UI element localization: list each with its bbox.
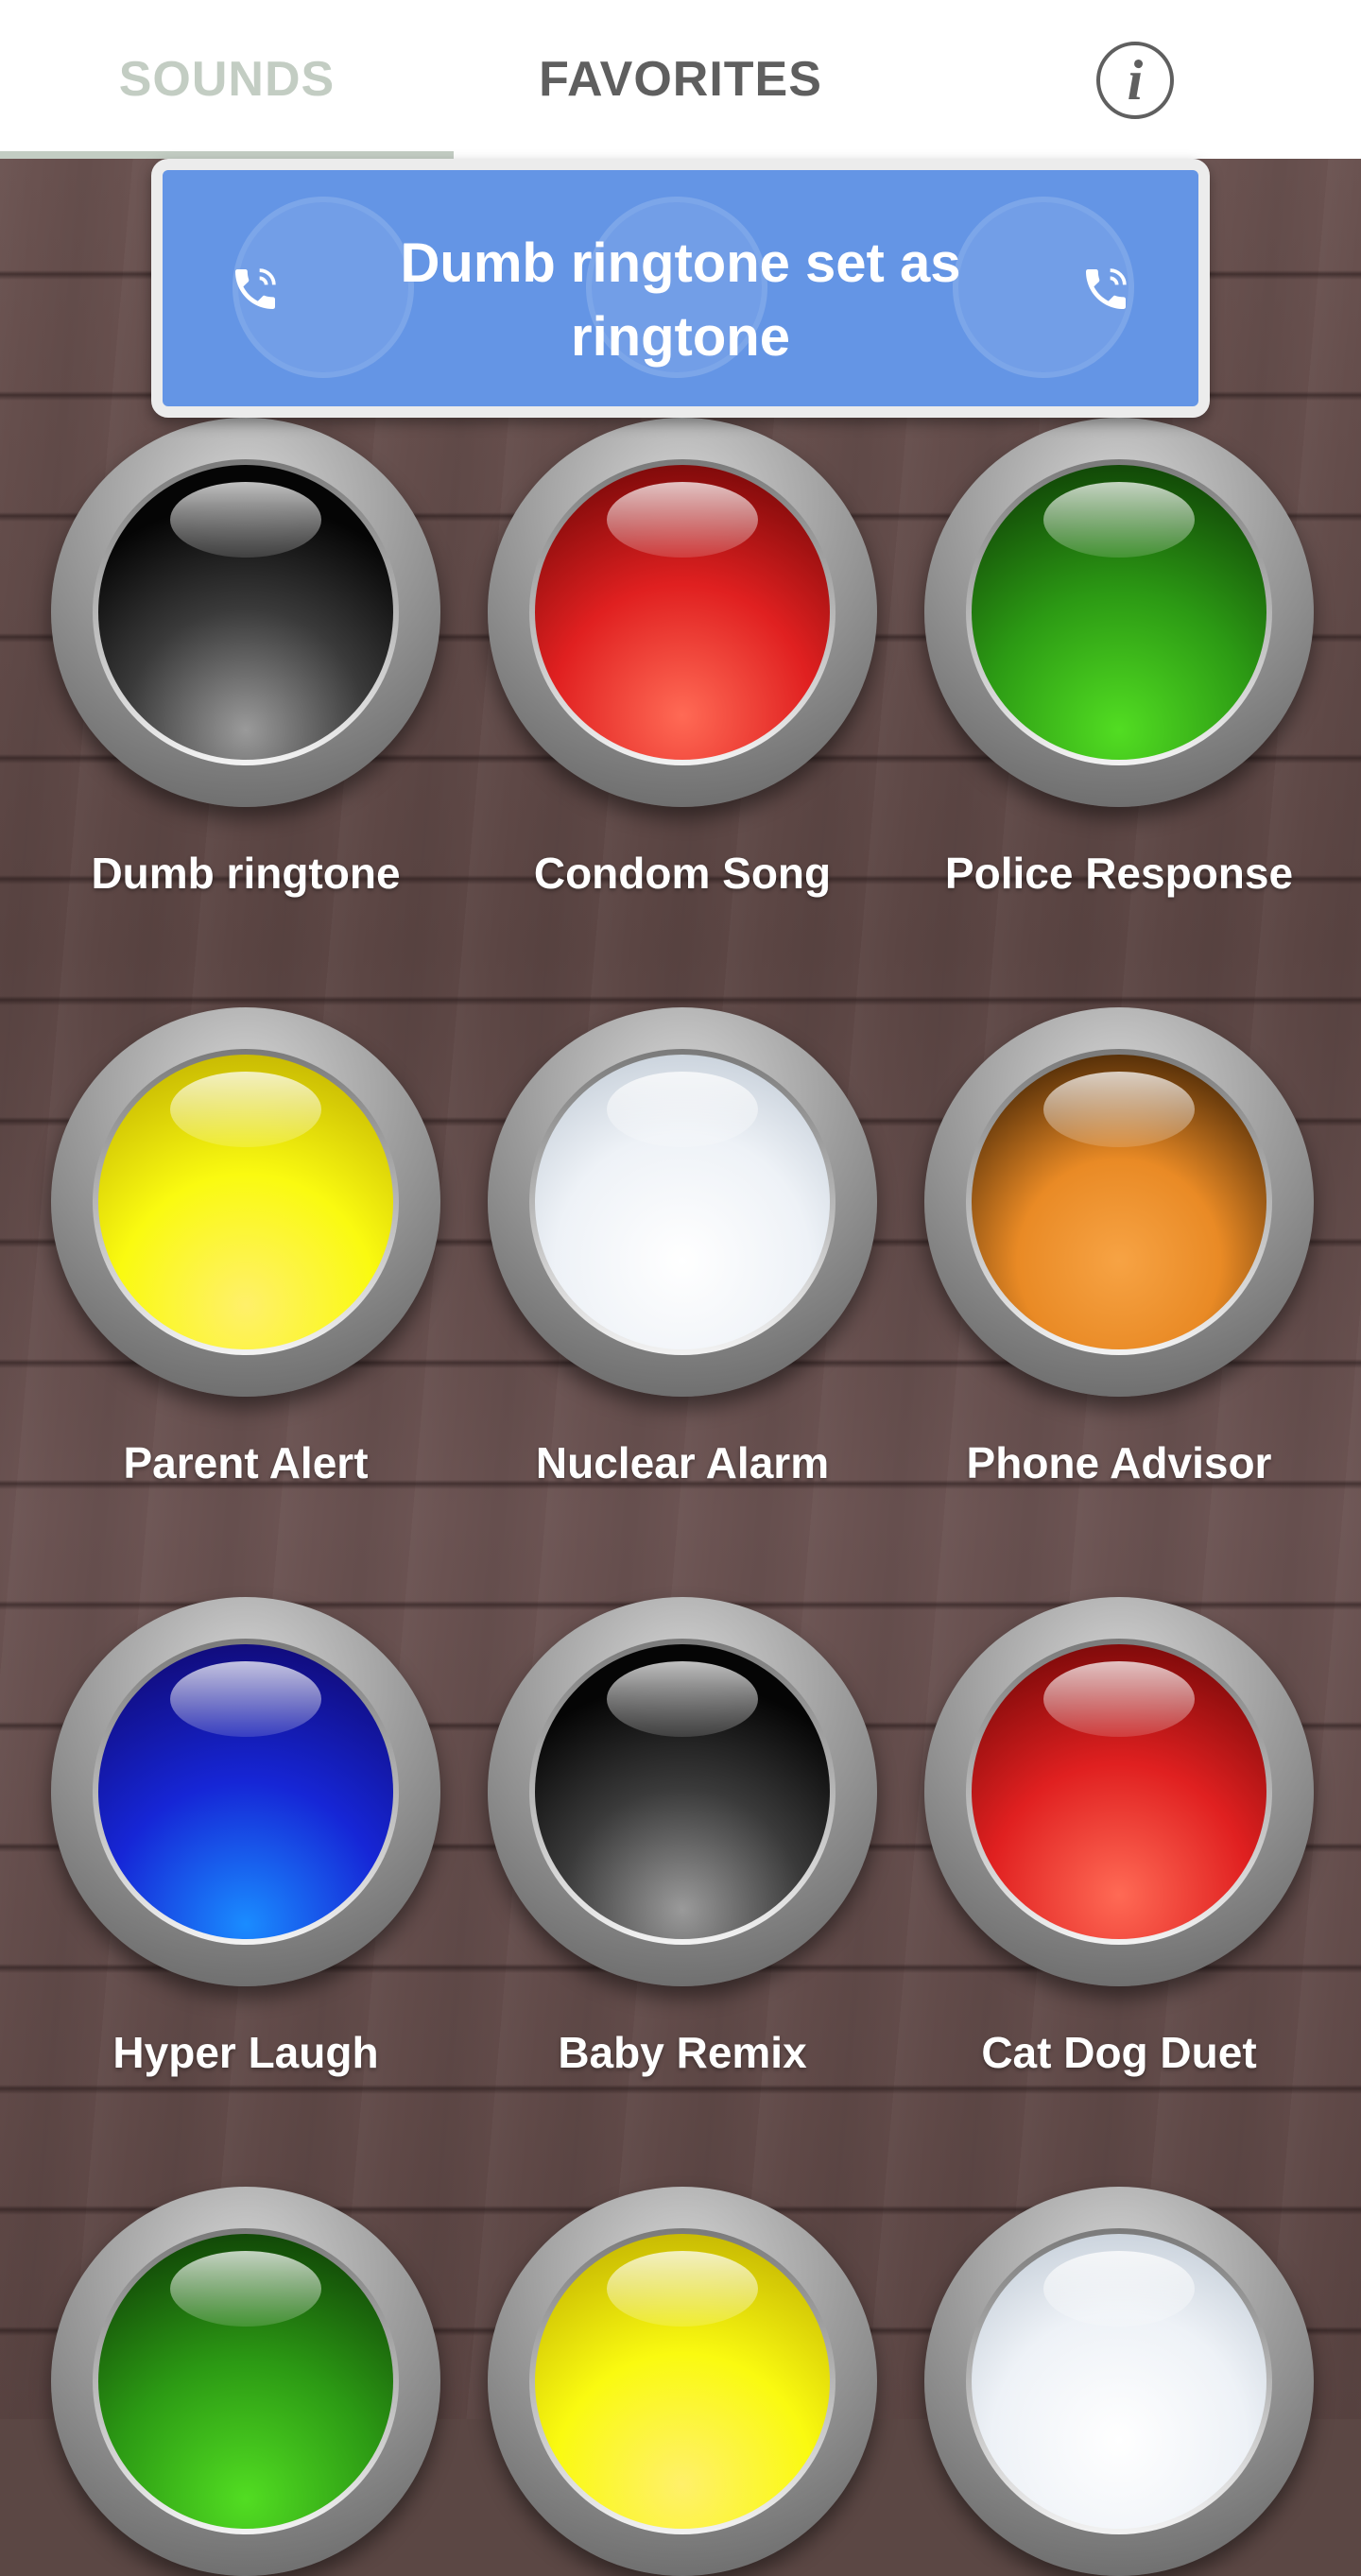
sound-button-bezel[interactable] [924, 418, 1314, 807]
sound-button-bezel[interactable] [488, 1597, 877, 1986]
orb-highlight [607, 2251, 758, 2327]
sound-label: Police Response [944, 849, 1294, 898]
tab-sounds[interactable]: SOUNDS [0, 0, 454, 159]
ringtone-toast: Dumb ringtone set as ringtone [151, 159, 1210, 418]
sound-button-orb[interactable] [535, 2234, 830, 2529]
sound-button-bezel[interactable] [51, 1597, 440, 1986]
orb-highlight [1043, 2251, 1195, 2327]
sound-button-bezel[interactable] [51, 418, 440, 807]
sound-button-bezel[interactable] [924, 2187, 1314, 2576]
sound-button-orb[interactable] [535, 1644, 830, 1939]
sound-button-bezel[interactable] [51, 1007, 440, 1397]
sound-button-bezel[interactable] [488, 418, 877, 807]
sound-button-orb[interactable] [972, 1644, 1266, 1939]
selected-tab-indicator [0, 151, 454, 159]
sound-label: Cat Dog Duet [981, 2028, 1257, 2077]
orb-highlight [170, 482, 321, 558]
toast-message: Dumb ringtone set as ringtone [400, 232, 961, 368]
orb-highlight [1043, 1661, 1195, 1737]
sound-label: Nuclear Alarm [535, 1438, 830, 1487]
phone-ringing-icon [235, 268, 276, 309]
sound-label: Condom Song [533, 849, 832, 898]
sound-button-orb[interactable] [535, 1055, 830, 1349]
sound-button-bezel[interactable] [924, 1007, 1314, 1397]
sound-button-orb[interactable] [972, 2234, 1266, 2529]
sound-button-orb[interactable] [98, 1055, 393, 1349]
orb-highlight [170, 2251, 321, 2327]
orb-highlight [170, 1072, 321, 1147]
orb-highlight [170, 1661, 321, 1737]
sound-button-orb[interactable] [98, 2234, 393, 2529]
sound-button-orb[interactable] [98, 1644, 393, 1939]
sound-button-orb[interactable] [535, 465, 830, 760]
orb-highlight [1043, 482, 1195, 558]
sound-label: Hyper Laugh [112, 2028, 379, 2077]
tab-bar: SOUNDS FAVORITES i [0, 0, 1361, 159]
sound-button-bezel[interactable] [924, 1597, 1314, 1986]
sound-button-orb[interactable] [98, 465, 393, 760]
info-icon[interactable]: i [1096, 42, 1174, 119]
sound-button-bezel[interactable] [51, 2187, 440, 2576]
orb-highlight [607, 1072, 758, 1147]
sound-button-bezel[interactable] [488, 2187, 877, 2576]
sound-button-bezel[interactable] [488, 1007, 877, 1397]
orb-highlight [607, 482, 758, 558]
phone-ringing-icon [1086, 268, 1127, 309]
orb-highlight [607, 1661, 758, 1737]
sound-button-orb[interactable] [972, 1055, 1266, 1349]
sound-label: Baby Remix [558, 2028, 807, 2077]
sound-button-orb[interactable] [972, 465, 1266, 760]
sound-label: Dumb ringtone [91, 849, 401, 898]
sound-label: Parent Alert [123, 1438, 369, 1487]
tab-favorites[interactable]: FAVORITES [454, 0, 907, 159]
sound-label: Phone Advisor [966, 1438, 1272, 1487]
orb-highlight [1043, 1072, 1195, 1147]
